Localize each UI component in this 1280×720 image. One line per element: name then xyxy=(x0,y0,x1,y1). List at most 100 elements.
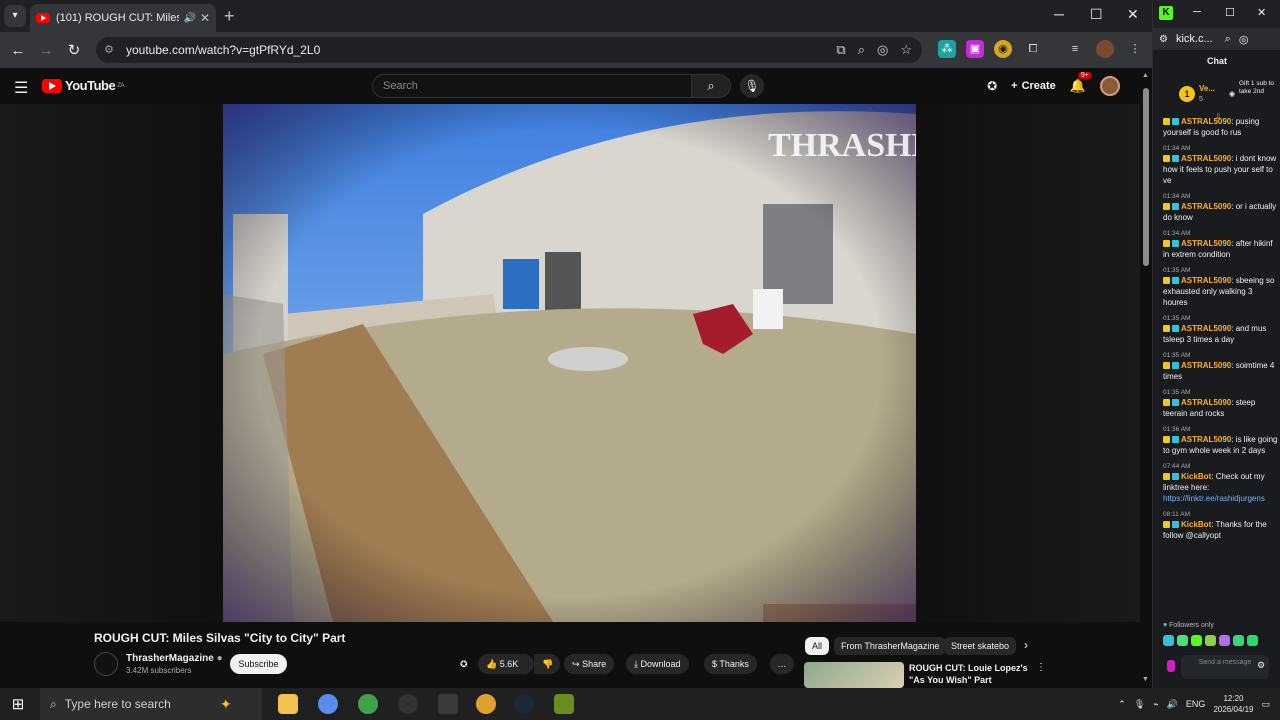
tab-close-icon[interactable]: ✕ xyxy=(200,11,210,25)
kick-eye-off-icon[interactable]: ◎ xyxy=(1239,33,1249,46)
chat-username[interactable]: ASTRAL5090 xyxy=(1181,117,1231,126)
create-button[interactable]: + Create xyxy=(1011,80,1056,92)
close-button[interactable]: ✕ xyxy=(1127,6,1139,23)
chat-username[interactable]: ASTRAL5090 xyxy=(1181,276,1231,285)
chat-username[interactable]: ASTRAL5090 xyxy=(1181,154,1231,163)
share-button[interactable]: ↪ Share xyxy=(564,654,615,674)
network-icon[interactable]: ⌁ xyxy=(1153,699,1158,710)
download-button[interactable]: ⤓ Download xyxy=(626,654,689,674)
chat-settings-icon[interactable]: ⚙ xyxy=(1257,660,1265,671)
zoom-icon[interactable]: ⌕ xyxy=(858,42,865,58)
new-tab-button[interactable]: + xyxy=(224,6,235,27)
back-button[interactable]: ← xyxy=(4,42,32,59)
steam-icon[interactable] xyxy=(514,694,534,714)
microphone-icon[interactable]: 🎙 xyxy=(1134,699,1145,710)
emote-icon[interactable] xyxy=(1191,635,1202,646)
scrollbar-thumb[interactable] xyxy=(1143,88,1149,266)
copilot-icon[interactable] xyxy=(318,694,338,714)
emote-icon[interactable] xyxy=(1205,635,1216,646)
menu-hamburger-icon[interactable]: ☰ xyxy=(14,78,28,98)
extension-3-icon[interactable]: ◉ xyxy=(994,40,1012,58)
emote-picker-icon[interactable] xyxy=(1167,660,1175,672)
bookmark-star-icon[interactable]: ☆ xyxy=(900,42,912,58)
windows-start-icon[interactable]: ⊞ xyxy=(0,695,36,713)
chat-username[interactable]: ASTRAL5090 xyxy=(1181,398,1231,407)
kick-maximize-button[interactable]: ☐ xyxy=(1225,6,1235,19)
game-app-icon[interactable] xyxy=(554,694,574,714)
recommendation-thumbnail[interactable] xyxy=(804,662,904,688)
recommendation-title[interactable]: ROUGH CUT: Louie Lopez's "As You Wish" P… xyxy=(909,662,1037,686)
extension-2-icon[interactable]: ▣ xyxy=(966,40,984,58)
chip-all[interactable]: All xyxy=(805,637,830,655)
subscribe-button[interactable]: Subscribe xyxy=(230,654,287,674)
chrome-icon[interactable] xyxy=(358,694,378,714)
extensions-puzzle-icon[interactable]: ⧠ xyxy=(1024,40,1042,58)
obs-icon[interactable] xyxy=(398,694,418,714)
notifications-icon[interactable]: ▭ xyxy=(1261,699,1270,710)
chrome-alt-icon[interactable] xyxy=(476,694,496,714)
account-avatar[interactable] xyxy=(1100,76,1120,96)
snipping-tool-icon[interactable] xyxy=(438,694,458,714)
scroll-down-icon[interactable]: ▼ xyxy=(1142,676,1149,683)
like-button[interactable]: 👍 5.6K xyxy=(478,654,534,674)
page-scrollbar[interactable]: ▲ ▼ xyxy=(1140,68,1152,688)
dislike-button[interactable]: 👎 xyxy=(534,654,560,674)
voice-search-button[interactable]: 🎙 xyxy=(740,74,764,98)
chat-username[interactable]: ASTRAL5090 xyxy=(1181,239,1231,248)
chat-username[interactable]: ASTRAL5090 xyxy=(1181,361,1231,370)
emote-icon[interactable] xyxy=(1247,635,1258,646)
emote-icon[interactable] xyxy=(1163,635,1174,646)
recommendation-more-icon[interactable]: ⋮ xyxy=(1036,662,1046,673)
address-bar[interactable]: ⚙ youtube.com/watch?v=gtPfRYd_2L0 ⧉ ⌕ ◎ … xyxy=(96,37,922,63)
search-input[interactable]: Search xyxy=(372,74,692,98)
language-indicator[interactable]: ENG xyxy=(1186,699,1206,709)
gift-leaderboard[interactable]: 1 Ve... 5 ◉ Gift 1 sub to take 2nd ⇩ xyxy=(1153,76,1280,121)
chevron-right-icon[interactable]: › xyxy=(1024,638,1028,652)
minimize-button[interactable]: ─ xyxy=(1054,6,1064,22)
video-player[interactable]: THRASHER xyxy=(223,104,916,622)
volume-icon[interactable]: 🔊 xyxy=(1167,699,1178,710)
forward-button[interactable]: → xyxy=(32,42,60,59)
channel-avatar[interactable] xyxy=(94,652,118,676)
more-actions-button[interactable]: … xyxy=(770,654,794,674)
eye-off-icon[interactable]: ◎ xyxy=(877,42,888,58)
browser-tab[interactable]: (101) ROUGH CUT: Miles Si 🔊 ✕ xyxy=(30,4,216,32)
chip-street-skateboarding[interactable]: Street skatebo xyxy=(944,637,1016,655)
kick-address-bar[interactable]: ⚙ kick.c... ⌕ ◎ xyxy=(1153,28,1280,50)
media-control-icon[interactable]: ≡ xyxy=(1066,40,1084,58)
scroll-up-icon[interactable]: ▲ xyxy=(1142,72,1149,79)
browser-menu-icon[interactable]: ⋮ xyxy=(1126,40,1144,58)
site-info-icon[interactable]: ⚙ xyxy=(104,43,118,57)
chat-username[interactable]: ASTRAL5090 xyxy=(1181,202,1231,211)
chat-username[interactable]: KickBot xyxy=(1181,520,1211,529)
tray-chevron-icon[interactable]: ⌃ xyxy=(1118,699,1126,710)
kick-close-button[interactable]: ✕ xyxy=(1257,6,1266,19)
notifications-button[interactable]: 🔔 9+ xyxy=(1070,72,1092,94)
chip-from-channel[interactable]: From ThrasherMagazine xyxy=(834,637,947,655)
chat-message-input[interactable]: Send a message xyxy=(1181,655,1269,679)
reload-button[interactable]: ↻ xyxy=(60,41,88,59)
kick-zoom-icon[interactable]: ⌕ xyxy=(1225,33,1231,46)
chat-link[interactable]: https://linktr.ee/rashidjurgens xyxy=(1163,494,1265,503)
speaker-icon[interactable]: 🔊 xyxy=(183,13,195,24)
maximize-button[interactable]: ☐ xyxy=(1090,6,1103,23)
chat-username[interactable]: ASTRAL5090 xyxy=(1181,435,1231,444)
clock[interactable]: 12:20 2026/04/19 xyxy=(1213,693,1253,715)
file-explorer-icon[interactable] xyxy=(278,694,298,714)
channel-name[interactable]: ThrasherMagazine ● xyxy=(126,653,223,664)
emote-icon[interactable] xyxy=(1177,635,1188,646)
premium-icon[interactable]: ✪ xyxy=(987,79,997,93)
tab-search-button[interactable]: ▾ xyxy=(4,5,26,27)
emote-icon[interactable] xyxy=(1233,635,1244,646)
chat-username[interactable]: ASTRAL5090 xyxy=(1181,324,1231,333)
youtube-logo[interactable]: YouTube ZA xyxy=(42,78,124,93)
chat-username[interactable]: KickBot xyxy=(1181,472,1211,481)
tune-icon[interactable]: ⚙ xyxy=(1159,34,1168,45)
kick-minimize-button[interactable]: ─ xyxy=(1193,6,1201,18)
profile-avatar-icon[interactable] xyxy=(1096,40,1114,58)
emote-icon[interactable] xyxy=(1219,635,1230,646)
creator-icon[interactable]: ✪ xyxy=(456,654,472,674)
taskbar-search-input[interactable]: ⌕ Type here to search ✦ xyxy=(40,688,262,720)
thanks-button[interactable]: $ Thanks xyxy=(704,654,757,674)
install-app-icon[interactable]: ⧉ xyxy=(836,42,845,58)
